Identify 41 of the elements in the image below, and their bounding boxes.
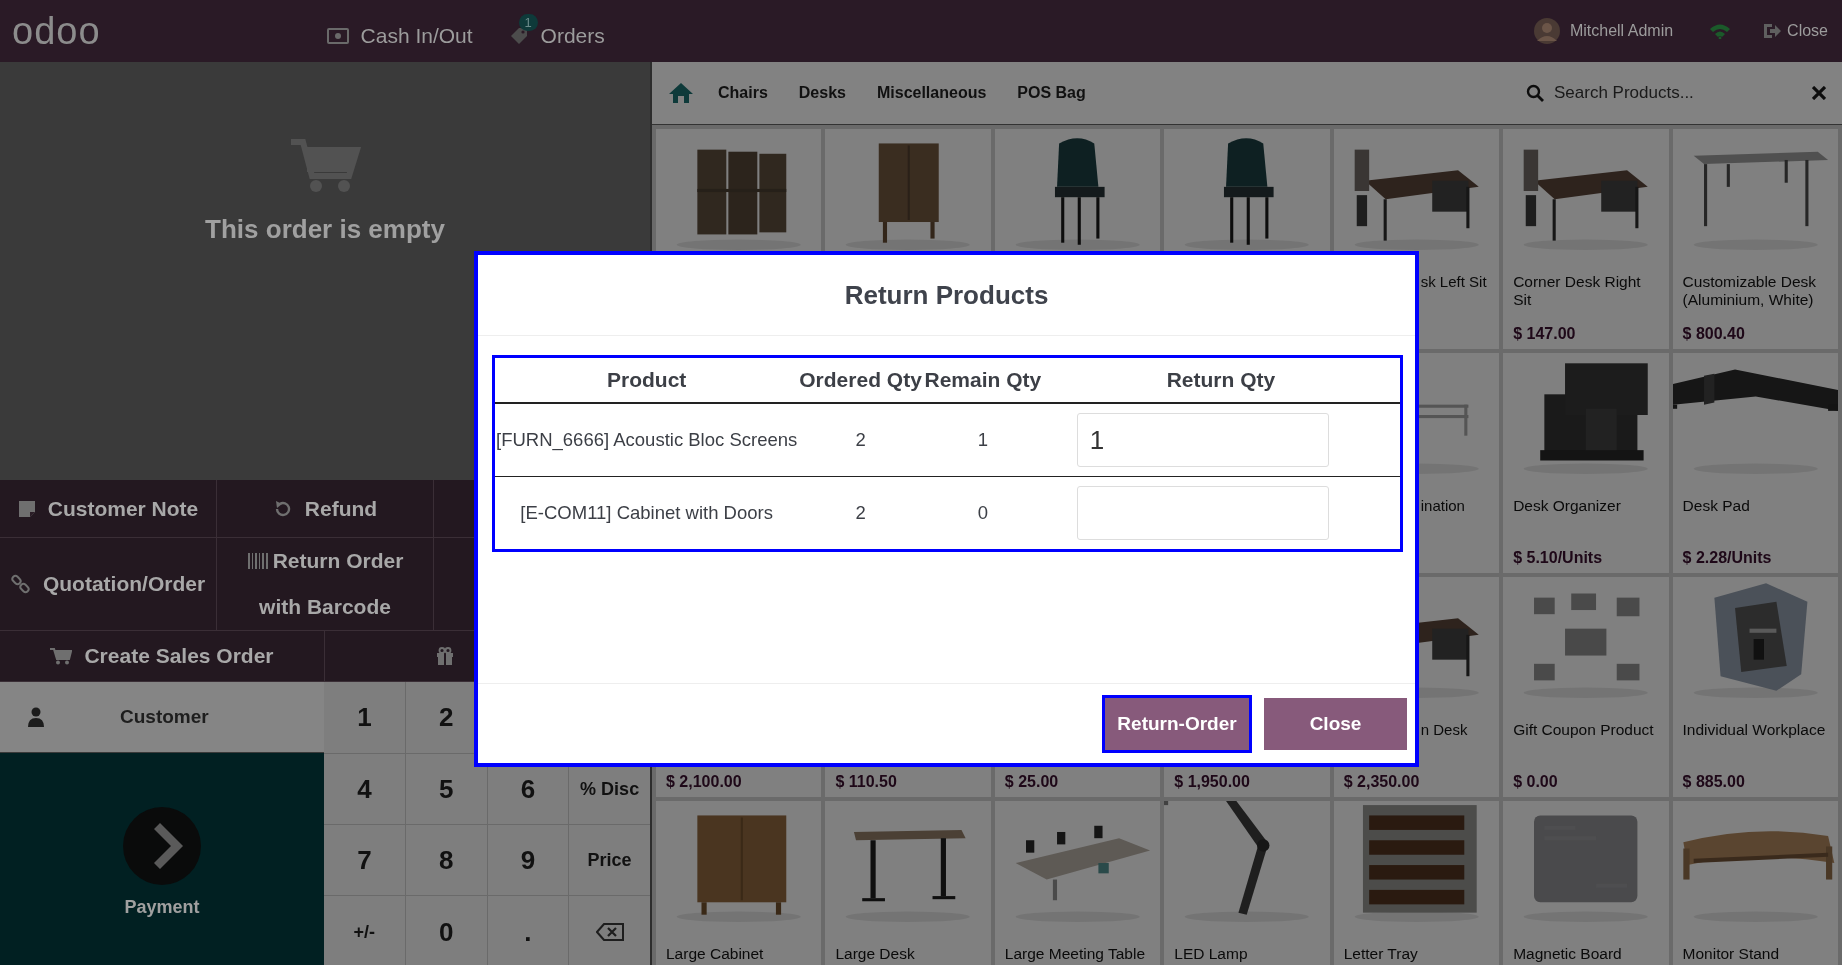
product-name: Corner Desk Right Sit [1513,273,1642,309]
table-cell: [FURN_6666] Acoustic Bloc Screens [495,403,799,477]
product-name: Large Cabinet [666,945,765,963]
table-cell: 0 [922,476,1043,549]
column-header: Return Qty [1042,358,1400,403]
dialog-title: Return Products [478,255,1415,336]
product-price: $ 147.00 [1513,325,1577,343]
count-badge: 1 [518,14,538,31]
product-name: Individual Workplace [1682,721,1827,739]
product-name: Desk Organizer [1513,497,1622,515]
product-price: $ 2,100.00 [666,773,743,791]
user-name: Mitchell Admin [1569,22,1674,40]
product-price: $ 2,350.00 [1343,773,1421,791]
product-name: Customizable Desk (Aluminium, White) [1682,273,1818,309]
product-name: Monitor Stand [1682,945,1781,963]
product-name: Large Meeting Table [1004,945,1147,963]
table-cell: 2 [798,476,923,549]
product-price: $ 2.28/Units [1682,549,1773,567]
product-price: $ 800.40 [1682,325,1746,343]
product-price: $ 1,950.00 [1174,773,1251,791]
product-price: $ 885.00 [1682,773,1746,791]
product-name: Magnetic Board [1513,945,1623,963]
product-name: ination [1419,497,1466,515]
table-cell: 1 [922,403,1043,477]
product-name: Large Desk [835,945,916,963]
column-header: Ordered Qty [798,358,923,403]
product-name: LED Lamp [1174,945,1249,963]
product-price: $ 0.00 [1513,773,1559,791]
product-name: Desk Pad [1682,497,1751,515]
column-header: Product [495,358,799,403]
column-header: Remain Qty [922,358,1043,403]
product-price: $ 5.10/Units [1513,549,1604,567]
product-price: $ 25.00 [1004,773,1060,791]
product-name: sk Left Sit [1419,273,1488,291]
logo: odoo [12,12,101,50]
table-cell: 2 [798,403,923,477]
product-name: Gift Coupon Product [1513,721,1655,739]
empty-order-message: This order is empty [205,214,445,245]
product-name: Letter Tray [1343,945,1419,963]
product-price: $ 110.50 [835,773,898,791]
table-cell: [E-COM11] Cabinet with Doors [495,476,799,549]
